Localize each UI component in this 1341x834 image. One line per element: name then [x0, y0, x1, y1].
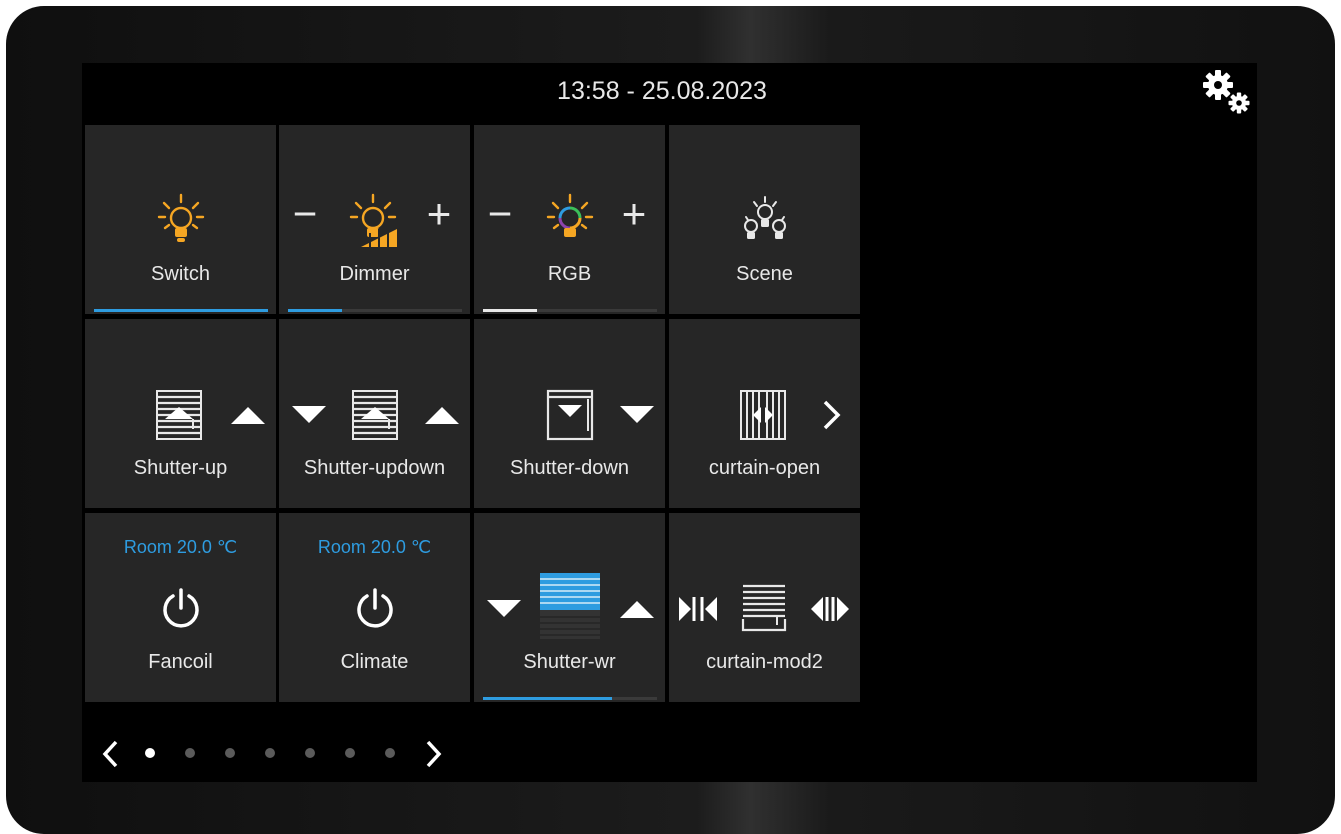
plus-button[interactable]: +: [421, 190, 457, 238]
tile-label: curtain-mod2: [706, 651, 823, 673]
page-dot[interactable]: [185, 748, 195, 758]
minus-button[interactable]: −: [484, 190, 516, 238]
arrow-up-icon[interactable]: [230, 405, 266, 425]
tile-curtain-open[interactable]: curtain-open: [669, 319, 860, 508]
shutter-up-icon: [156, 390, 202, 440]
chevron-right-icon[interactable]: [821, 399, 843, 431]
level-bar: [288, 309, 462, 312]
power-icon[interactable]: [353, 587, 397, 631]
level-bar: [94, 309, 268, 312]
arrow-down-icon[interactable]: [486, 599, 522, 619]
power-icon[interactable]: [159, 587, 203, 631]
curtain-open-icon: [740, 390, 786, 440]
page-dot[interactable]: [345, 748, 355, 758]
tile-switch[interactable]: Switch: [85, 125, 276, 314]
shutter-updown-icon: [352, 390, 398, 440]
page-dot[interactable]: [225, 748, 235, 758]
tile-curtain-mod2[interactable]: curtain-mod2: [669, 513, 860, 702]
gears-icon[interactable]: [1200, 68, 1256, 118]
tile-label: Shutter-up: [133, 457, 228, 479]
room-temperature: Room 20.0 ℃: [317, 537, 432, 557]
tile-label: Scene: [736, 263, 793, 285]
arrow-up-icon[interactable]: [424, 405, 460, 425]
page-dot[interactable]: [265, 748, 275, 758]
page-dot[interactable]: [385, 748, 395, 758]
arrow-up-icon[interactable]: [619, 599, 655, 619]
chevron-right-icon[interactable]: [424, 739, 444, 769]
level-bar-fill: [94, 309, 268, 312]
tile-label: Fancoil: [148, 651, 213, 673]
tile-climate[interactable]: Room 20.0 ℃ Climate: [279, 513, 470, 702]
pager: [82, 728, 482, 778]
shutter-down-icon: [546, 389, 594, 441]
tile-rgb[interactable]: − + RGB: [474, 125, 665, 314]
level-bar-fill: [483, 309, 537, 312]
tile-label: Shutter-updown: [303, 457, 446, 479]
header: 13:58 - 25.08.2023: [82, 63, 1257, 123]
tile-dimmer[interactable]: − + Dimmer: [279, 125, 470, 314]
curtain-open-arrows-icon[interactable]: [809, 595, 851, 623]
curtain-close-icon[interactable]: [677, 595, 719, 623]
screen: 13:58 - 25.08.2023 Switch − + Dimmer − +…: [82, 63, 1257, 782]
dimmer-bulb-icon: [349, 193, 397, 248]
tile-shutter-down[interactable]: Shutter-down: [474, 319, 665, 508]
minus-button[interactable]: −: [289, 190, 321, 238]
shutter-level-icon: [540, 573, 600, 639]
arrow-down-icon[interactable]: [291, 405, 327, 425]
tile-label: curtain-open: [708, 457, 821, 479]
plus-button[interactable]: +: [616, 190, 652, 238]
tile-fancoil[interactable]: Room 20.0 ℃ Fancoil: [85, 513, 276, 702]
tile-scene[interactable]: Scene: [669, 125, 860, 314]
rgb-bulb-icon: [546, 193, 594, 237]
tile-label: Climate: [340, 651, 409, 673]
tile-label: Switch: [151, 263, 210, 285]
tile-shutter-up[interactable]: Shutter-up: [85, 319, 276, 508]
page-dot[interactable]: [305, 748, 315, 758]
tile-label: Dimmer: [339, 263, 410, 285]
scene-bulbs-icon: [744, 196, 786, 239]
bulb-icon: [157, 193, 205, 242]
arrow-down-icon[interactable]: [619, 405, 655, 425]
tile-label: Shutter-wr: [523, 651, 616, 673]
tile-shutter-updown[interactable]: Shutter-updown: [279, 319, 470, 508]
level-bar: [483, 309, 657, 312]
tile-label: RGB: [547, 263, 592, 285]
level-bar-fill: [483, 697, 612, 700]
page-dot[interactable]: [145, 748, 155, 758]
tile-label: Shutter-down: [510, 457, 629, 479]
chevron-left-icon[interactable]: [100, 739, 120, 769]
tile-shutter-wr[interactable]: Shutter-wr: [474, 513, 665, 702]
level-bar-fill: [288, 309, 342, 312]
room-temperature: Room 20.0 ℃: [123, 537, 238, 557]
curtain-mod2-icon: [741, 584, 787, 632]
datetime: 13:58 - 25.08.2023: [557, 77, 767, 105]
level-bar: [483, 697, 657, 700]
